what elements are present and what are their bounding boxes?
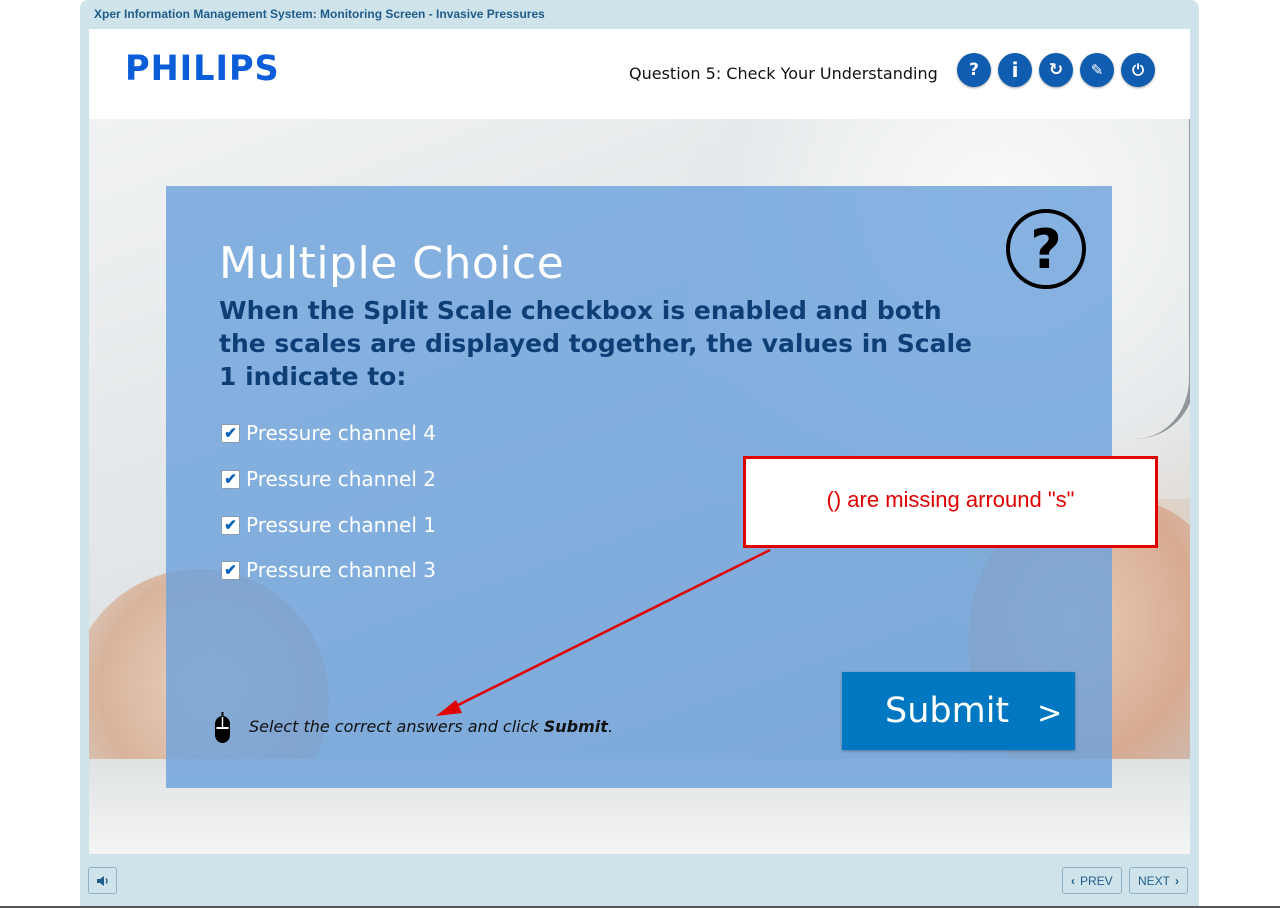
- chevron-right-icon: ›: [1175, 873, 1180, 888]
- prev-label: PREV: [1080, 873, 1113, 888]
- annotation-text: () are missing arround "s": [826, 487, 1075, 512]
- annotation-arrow: [436, 548, 771, 716]
- speaker-icon: [96, 875, 108, 886]
- annotation-callout: () are missing arround "s": [743, 456, 1158, 548]
- footer-bar: ‹ PREV NEXT ›: [80, 854, 1199, 906]
- next-label: NEXT: [1138, 873, 1171, 888]
- prev-button[interactable]: ‹ PREV: [1062, 867, 1122, 894]
- next-button[interactable]: NEXT ›: [1129, 867, 1189, 894]
- audio-button[interactable]: [88, 867, 117, 894]
- chevron-left-icon: ‹: [1071, 873, 1075, 888]
